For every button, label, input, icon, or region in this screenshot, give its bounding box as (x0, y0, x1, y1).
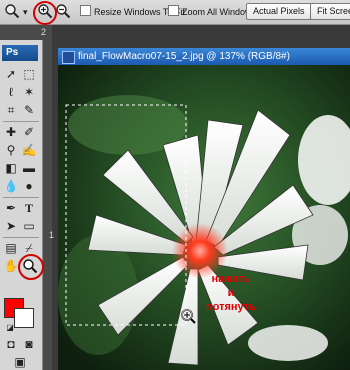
quick-mask-icon[interactable]: ◘ (3, 336, 19, 352)
checkbox-box[interactable] (168, 5, 179, 16)
image-canvas[interactable] (58, 65, 350, 370)
checkbox-box[interactable] (80, 5, 91, 16)
crop-tool-icon[interactable]: ⌗ (3, 102, 19, 118)
toolbox: Ps ➚ ⬚ ℓ ✶ ⌗ ✎ ✚ ✐ ⚲ ✍ ◧ ▬ 💧 ● ✒ T ➤ ▭ ▤… (0, 40, 44, 370)
lasso-tool-icon[interactable]: ℓ (3, 84, 19, 100)
chevron-down-icon[interactable]: ▾ (23, 7, 28, 18)
annotation-line-1: нажать (211, 273, 251, 285)
annotation-line-2: и (227, 287, 235, 299)
document-icon (62, 51, 75, 64)
ruler-mark-left: 1 (49, 230, 55, 240)
move-tool-icon[interactable]: ➚ (3, 66, 19, 82)
screen-mode-icon[interactable]: ▣ (12, 354, 28, 370)
gradient-tool-icon[interactable]: ▬ (21, 160, 37, 176)
highlight-circle-zoom-in (33, 1, 57, 25)
zoom-out-icon[interactable] (55, 3, 71, 19)
flower-center (172, 223, 228, 279)
actual-pixels-button[interactable]: Actual Pixels (246, 3, 312, 20)
highlight-circle-zoom-tool (18, 254, 44, 280)
eraser-tool-icon[interactable]: ◧ (3, 160, 19, 176)
document-window: final_FlowMacro07-15_2.jpg @ 137% (RGB/8… (58, 48, 350, 370)
clone-stamp-icon[interactable]: ⚲ (3, 142, 19, 158)
zoom-all-windows-label: Zoom All Windows (182, 7, 257, 17)
ruler-mark-top: 2 (41, 27, 47, 37)
document-title: final_FlowMacro07-15_2.jpg @ 137% (RGB/8… (78, 51, 290, 62)
zoom-all-windows-checkbox[interactable]: Zoom All Windows (168, 5, 256, 17)
history-brush-icon[interactable]: ✍ (21, 142, 37, 158)
magic-wand-icon[interactable]: ✶ (21, 84, 37, 100)
document-title-bar[interactable]: final_FlowMacro07-15_2.jpg @ 137% (RGB/8… (58, 48, 350, 65)
options-bar: ▾ Resize Windows To Fit Zoom All Windows… (0, 0, 350, 25)
fit-screen-button[interactable]: Fit Screen (310, 3, 350, 20)
blur-tool-icon[interactable]: 💧 (3, 178, 19, 194)
quick-mask-on-icon[interactable]: ◙ (21, 336, 37, 352)
shape-tool-icon[interactable]: ▭ (21, 218, 37, 234)
photoshop-logo: Ps (2, 45, 38, 61)
healing-brush-icon[interactable]: ✚ (3, 124, 19, 140)
default-colors-icon[interactable]: ◪ (2, 320, 18, 336)
slice-tool-icon[interactable]: ✎ (21, 102, 37, 118)
dodge-tool-icon[interactable]: ● (21, 178, 37, 194)
instruction-annotation: нажать и потянуть (199, 272, 263, 314)
type-tool-icon[interactable]: T (21, 200, 37, 216)
zoom-tool-preset-icon[interactable] (4, 3, 20, 24)
pen-tool-icon[interactable]: ✒ (3, 200, 19, 216)
annotation-line-3: потянуть (206, 301, 256, 313)
hand-tool-icon[interactable]: ✋ (3, 258, 19, 274)
brush-tool-icon[interactable]: ✐ (21, 124, 37, 140)
notes-tool-icon[interactable]: ▤ (3, 240, 19, 256)
marquee-tool-icon[interactable]: ⬚ (21, 66, 37, 82)
path-selection-icon[interactable]: ➤ (3, 218, 19, 234)
